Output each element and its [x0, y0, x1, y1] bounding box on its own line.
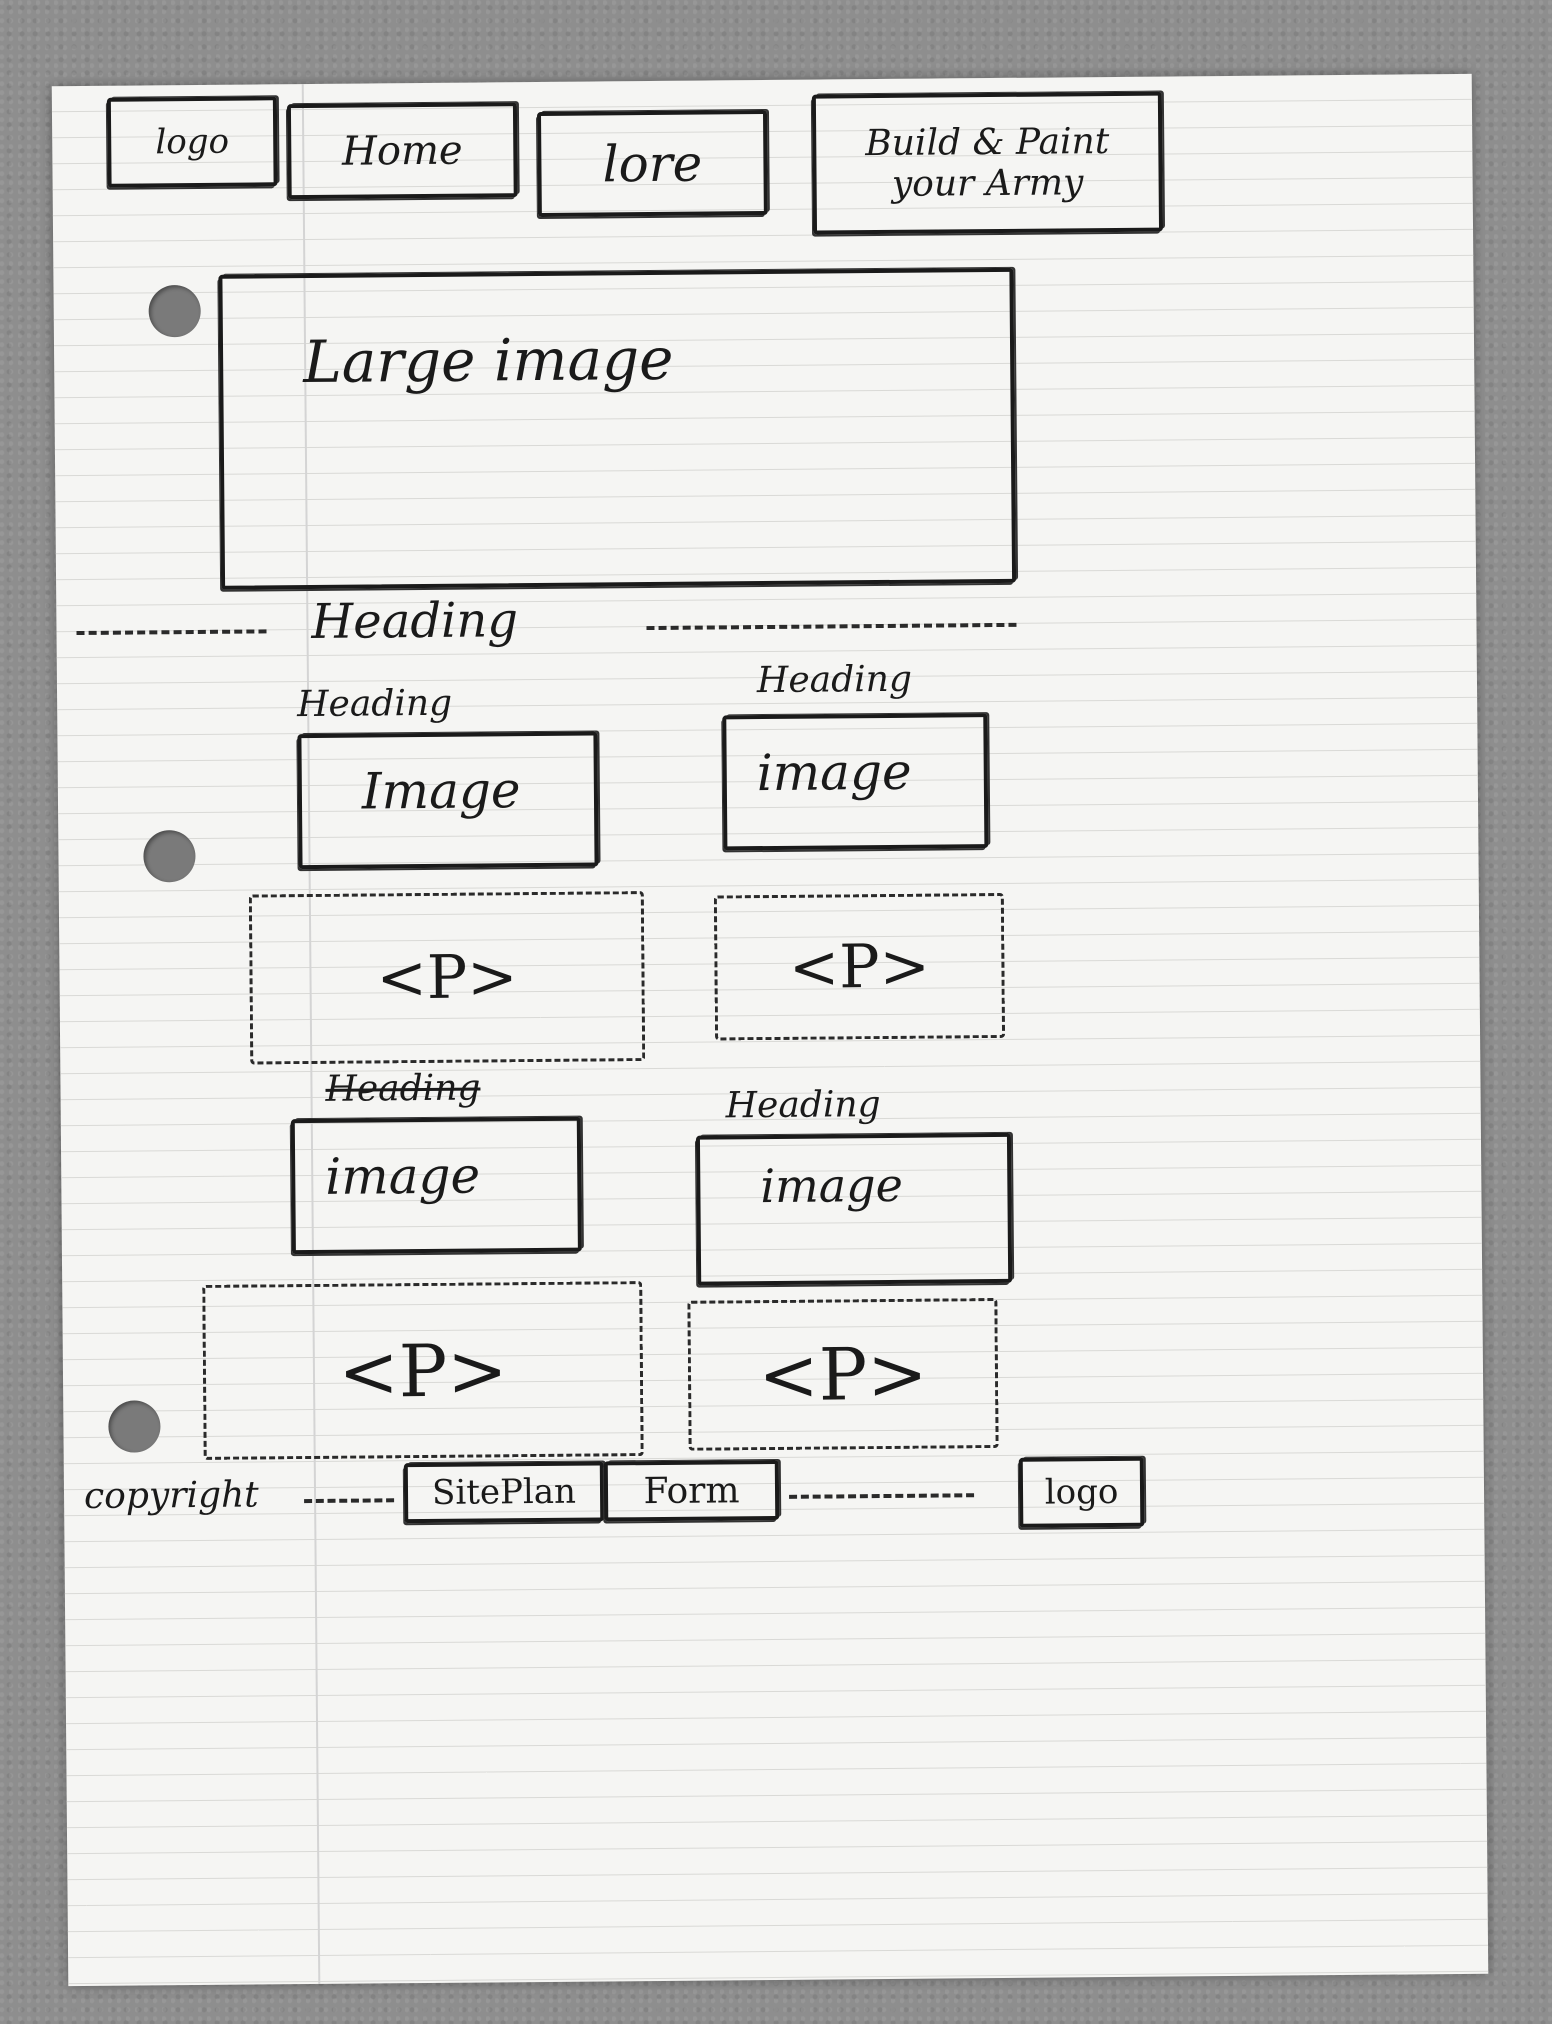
card-image-label: image [325, 1146, 481, 1206]
nav-home-label: Home [341, 127, 463, 175]
footer-siteplan-label: SitePlan [431, 1471, 577, 1513]
card-paragraph-label: <P> [338, 1327, 508, 1414]
card-paragraph: <P> [687, 1298, 999, 1451]
section-heading: Heading [311, 592, 519, 650]
card-heading: Heading [756, 658, 913, 702]
nav-lore-link[interactable]: lore [536, 109, 768, 217]
card-paragraph-label: <P> [376, 942, 518, 1014]
card-image-label: image [756, 742, 912, 803]
punch-hole [143, 830, 196, 883]
card-image: image [290, 1116, 582, 1255]
punch-hole [148, 284, 201, 338]
footer-logo-label: logo [1044, 1471, 1119, 1513]
card-paragraph-label: <P> [788, 931, 931, 1003]
card-paragraph: <P> [248, 891, 646, 1065]
divider [646, 622, 1017, 631]
card-heading: Heading [296, 682, 453, 726]
nav-logo[interactable]: logo [106, 96, 278, 188]
card-paragraph: <P> [202, 1281, 644, 1460]
nav-lore-label: lore [602, 134, 703, 193]
card-heading: Heading [325, 1067, 481, 1110]
nav-home-link[interactable]: Home [286, 102, 518, 200]
card-heading: Heading [725, 1084, 881, 1127]
divider [76, 629, 267, 636]
card-image: image [695, 1132, 1013, 1286]
footer-form-link[interactable]: Form [603, 1459, 780, 1522]
footer-logo[interactable]: logo [1018, 1456, 1145, 1528]
hero-image-label: Large image [302, 324, 674, 397]
card-image-label: image [760, 1157, 904, 1214]
notebook-paper: logo Home lore Build & Paint your Army L… [51, 73, 1489, 1987]
nav-build-paint-link[interactable]: Build & Paint your Army [811, 91, 1164, 235]
footer-copyright: copyright [83, 1474, 259, 1518]
card-paragraph-label: <P> [758, 1331, 928, 1418]
card-paragraph: <P> [713, 892, 1006, 1041]
footer-form-label: Form [643, 1469, 740, 1512]
nav-build-paint-label: Build & Paint your Army [865, 121, 1110, 205]
card-image: image [722, 713, 989, 851]
footer-siteplan-link[interactable]: SitePlan [403, 1461, 605, 1524]
hero-image: Large image [218, 267, 1017, 590]
punch-hole [108, 1400, 161, 1453]
card-image-label: Image [361, 761, 521, 821]
divider [789, 1493, 975, 1499]
divider [304, 1498, 395, 1504]
nav-logo-label: logo [155, 121, 230, 163]
card-image: Image [297, 731, 599, 870]
